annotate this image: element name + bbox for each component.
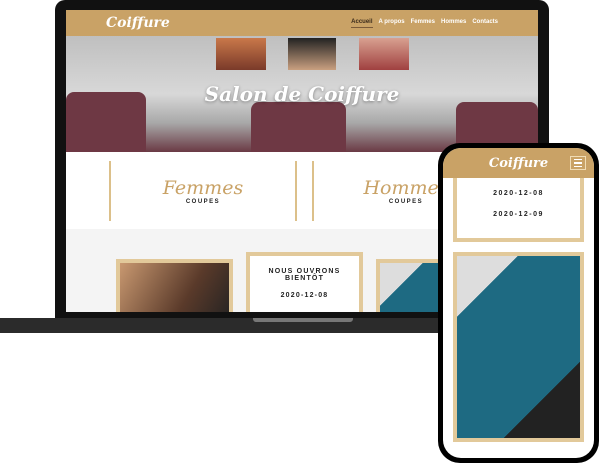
- nav-accueil[interactable]: Accueil: [351, 19, 373, 28]
- photo-barber: [116, 259, 233, 312]
- category-femmes[interactable]: Femmes COUPES: [109, 160, 297, 221]
- category-subtitle: COUPES: [185, 198, 221, 205]
- opening-heading: NOUS OUVRONS BIENTÔT: [268, 268, 341, 282]
- opening-card: NOUS OUVRONS BIENTÔT 2020-12-08: [246, 252, 363, 312]
- logo[interactable]: Coiffure: [106, 15, 170, 31]
- laptop-notch: [253, 318, 353, 322]
- nav-femmes[interactable]: Femmes: [411, 19, 435, 28]
- opening-date: 2020-12-08: [280, 292, 329, 299]
- hero-art: [359, 38, 409, 70]
- category-title: Hommes: [363, 176, 449, 199]
- hero-title: Salon de Coiffure: [204, 82, 400, 106]
- mobile-dates-card: 2020-12-08 2020-12-09: [453, 178, 584, 242]
- category-title: Femmes: [162, 176, 244, 199]
- hero-banner: Salon de Coiffure: [66, 36, 538, 152]
- chair: [66, 92, 146, 152]
- hamburger-menu-icon[interactable]: [570, 156, 586, 170]
- mobile-logo[interactable]: Coiffure: [489, 156, 548, 171]
- hero-art: [216, 38, 266, 70]
- laptop-base: [0, 318, 470, 333]
- chair: [251, 102, 346, 152]
- phone-screen: Coiffure 2020-12-08 2020-12-09: [443, 148, 594, 458]
- mobile-date: 2020-12-08: [493, 190, 544, 197]
- nav-a-propos[interactable]: A propos: [379, 19, 405, 28]
- nav-hommes[interactable]: Hommes: [441, 19, 466, 28]
- nav-contacts[interactable]: Contacts: [472, 19, 498, 28]
- phone-frame: Coiffure 2020-12-08 2020-12-09: [438, 143, 599, 463]
- mobile-date: 2020-12-09: [493, 211, 544, 218]
- mobile-photo-salon: [453, 252, 584, 442]
- top-nav: Coiffure Accueil A propos Femmes Hommes …: [66, 10, 538, 36]
- category-subtitle: COUPES: [388, 198, 424, 205]
- mobile-nav: Coiffure: [443, 148, 594, 178]
- hero-art: [288, 38, 336, 70]
